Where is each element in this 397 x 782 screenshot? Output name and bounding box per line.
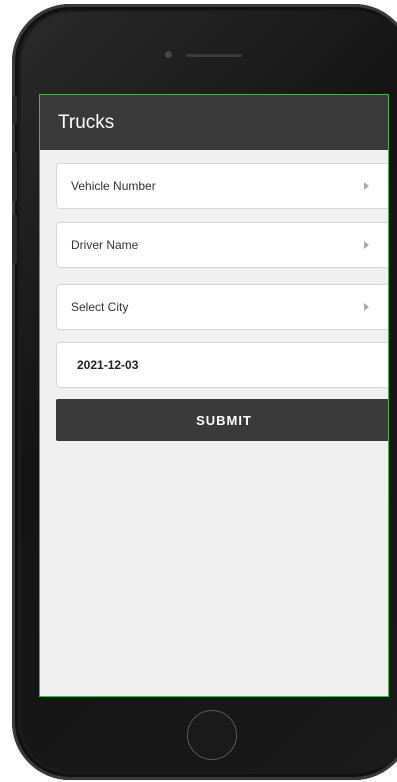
speaker-grille (186, 54, 242, 57)
vehicle-number-label: Vehicle Number (71, 179, 156, 193)
home-button[interactable] (187, 710, 237, 760)
vehicle-number-select[interactable]: Vehicle Number (56, 163, 388, 209)
date-field[interactable]: 2021-12-03 (56, 342, 388, 388)
driver-name-label: Driver Name (71, 238, 139, 252)
date-value: 2021-12-03 (77, 358, 139, 372)
submit-button[interactable]: SUBMIT (56, 399, 388, 441)
driver-name-select[interactable]: Driver Name (56, 222, 388, 268)
app-screen: Trucks Vehicle Number Driver Name Select… (39, 94, 389, 697)
chevron-right-icon (364, 182, 369, 190)
phone-silent-switch (12, 96, 17, 124)
phone-volume-up (12, 152, 17, 202)
chevron-right-icon (364, 303, 369, 311)
app-bar: Trucks (40, 95, 388, 150)
city-select[interactable]: Select City (56, 284, 388, 330)
front-camera-icon (165, 51, 172, 58)
chevron-right-icon (364, 241, 369, 249)
app-title: Trucks (58, 111, 115, 133)
city-label: Select City (71, 300, 129, 314)
phone-volume-down (12, 214, 17, 264)
